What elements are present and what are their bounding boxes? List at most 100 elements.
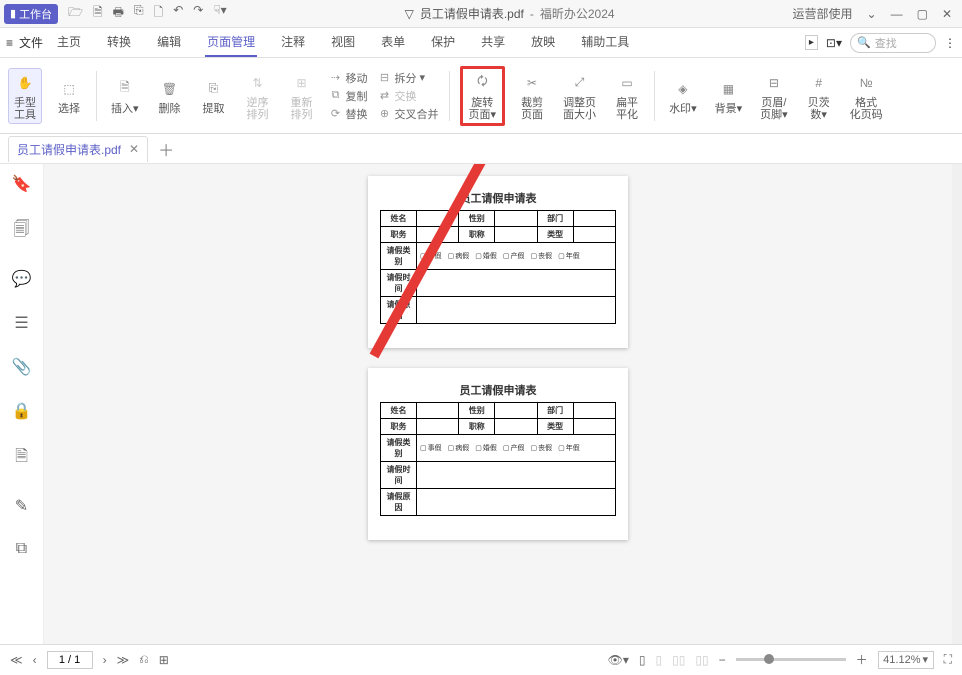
search-input[interactable]: 🔍 查找 <box>850 33 936 53</box>
page-number-input[interactable] <box>47 651 93 669</box>
document-tab[interactable]: 员工请假申请表.pdf ✕ <box>8 136 148 162</box>
tab-share[interactable]: 共享 <box>479 28 507 57</box>
zoom-slider[interactable] <box>736 658 846 661</box>
replace-icon: ⟳ <box>329 107 343 120</box>
bates-button[interactable]: # 贝茨 数▾ <box>802 69 836 123</box>
layers-panel-icon[interactable]: ☰ <box>14 313 28 333</box>
tab-view[interactable]: 视图 <box>329 28 357 57</box>
undo-icon[interactable]: ↶ <box>173 3 183 24</box>
thumbnail-icon[interactable]: ⊞ <box>159 653 169 667</box>
bookmark-icon[interactable]: ▽ <box>405 7 414 21</box>
hand-icon[interactable]: ☟▾ <box>213 3 226 24</box>
zoom-percent[interactable]: 41.12%▾ <box>878 651 934 669</box>
flatten-label: 扁平 平化 <box>616 97 638 121</box>
attachments-panel-icon[interactable]: 📎 <box>12 357 32 377</box>
reflow-icon[interactable]: ⎌ <box>139 652 149 667</box>
extract-button[interactable]: ⎘ 提取 <box>197 75 231 117</box>
form-title: 员工请假申请表 <box>380 382 616 398</box>
tab-edit[interactable]: 编辑 <box>155 28 183 57</box>
export-icon[interactable]: ⎘ <box>134 3 144 24</box>
replace-button[interactable]: ⟳替换 <box>329 106 368 122</box>
crossmerge-button[interactable]: ⊕交叉合并 <box>378 106 439 122</box>
document-tabstrip: 员工请假申请表.pdf ✕ ＋ <box>0 134 962 164</box>
tab-annotate[interactable]: 注释 <box>279 28 307 57</box>
save-icon[interactable]: 🗎 <box>93 3 103 24</box>
two-page-icon[interactable]: ▯▯ <box>672 653 685 667</box>
zoom-out-icon[interactable]: − <box>719 653 726 667</box>
cell-gender: 性别 <box>459 211 495 227</box>
tab-page-manage[interactable]: 页面管理 <box>205 28 257 57</box>
cell-leave-time: 请假时间 <box>381 270 417 297</box>
comments-panel-icon[interactable]: 💬 <box>12 269 32 289</box>
close-icon[interactable]: ✕ <box>942 7 952 21</box>
tab-present[interactable]: 放映 <box>529 28 557 57</box>
move-icon: ⇢ <box>329 71 343 84</box>
dropdown-icon[interactable]: ⌄ <box>867 7 877 21</box>
more-icon[interactable]: ⋮ <box>944 36 956 50</box>
lens-mini-icon[interactable]: ⊡▾ <box>826 36 842 50</box>
tab-protect[interactable]: 保护 <box>429 28 457 57</box>
zoom-knob[interactable] <box>764 654 774 664</box>
move-button[interactable]: ⇢移动 <box>329 70 368 86</box>
background-button[interactable]: ▦ 背景▾ <box>711 75 747 117</box>
copy-button[interactable]: ⧉复制 <box>329 88 368 104</box>
tab-form[interactable]: 表单 <box>379 28 407 57</box>
reverse-button[interactable]: ⇅ 逆序 排列 <box>241 69 275 123</box>
rotate-page-button[interactable]: 🗘 旋转 页面▾ <box>460 66 506 126</box>
single-page-icon[interactable]: ▯ <box>639 653 646 667</box>
file-menu[interactable]: 文件 <box>19 34 43 51</box>
overflow-icon[interactable]: ▸ <box>805 35 818 50</box>
ribbon: ✋ 手型 工具 ⬚ 选择 🗎 插入▾ 🗑 删除 ⎘ 提取 ⇅ 逆序 排列 ⊞ 重… <box>0 58 962 134</box>
zoom-in-icon[interactable]: ＋ <box>856 651 868 668</box>
resize-button[interactable]: ⤢ 调整页 面大小 <box>559 69 600 123</box>
signature-panel-icon[interactable]: ✎ <box>15 496 28 516</box>
chevron-down-icon: ▾ <box>922 653 928 666</box>
pages-panel-icon[interactable]: 🗐 <box>14 218 30 245</box>
add-tab-button[interactable]: ＋ <box>158 137 174 161</box>
tab-convert[interactable]: 转换 <box>105 28 133 57</box>
rotate-icon: 🗘 <box>470 71 494 95</box>
split-label: 拆分 <box>395 70 417 86</box>
hand-tool-button[interactable]: ✋ 手型 工具 <box>8 68 42 124</box>
two-continuous-icon[interactable]: ▯▯ <box>695 653 708 667</box>
right-scrollbar[interactable] <box>952 164 962 644</box>
insert-button[interactable]: 🗎 插入▾ <box>107 75 143 117</box>
tab-home[interactable]: 主页 <box>55 28 83 57</box>
document-canvas[interactable]: 员工请假申请表 姓名性别部门 职务职称类型 请假类别事假病假婚假产假丧假年假 请… <box>44 164 952 644</box>
close-tab-icon[interactable]: ✕ <box>129 142 139 156</box>
eye-icon[interactable]: 👁▾ <box>608 653 629 667</box>
minimize-icon[interactable]: ― <box>891 7 903 21</box>
crop-button[interactable]: ✂ 裁剪 页面 <box>515 69 549 123</box>
hamburger-icon[interactable]: ≡ <box>6 36 13 50</box>
maximize-icon[interactable]: ▢ <box>917 7 928 21</box>
fields-panel-icon[interactable]: 🗎 <box>15 445 28 472</box>
first-page-icon[interactable]: ≪ <box>10 653 23 667</box>
workbench-badge[interactable]: ▮ 工作台 <box>4 4 58 24</box>
rearrange-button[interactable]: ⊞ 重新 排列 <box>285 69 319 123</box>
continuous-icon[interactable]: ▯ <box>656 653 663 667</box>
security-panel-icon[interactable]: 🔒 <box>12 401 32 421</box>
split-button[interactable]: ⊟拆分▾ <box>378 70 439 86</box>
format-pagenum-button[interactable]: № 格式 化页码 <box>846 69 887 123</box>
document-tab-label: 员工请假申请表.pdf <box>17 141 121 158</box>
last-page-icon[interactable]: ≫ <box>117 653 130 667</box>
prev-page-icon[interactable]: ‹ <box>33 653 37 667</box>
watermark-icon: ◈ <box>671 77 695 101</box>
pdf-page-1: 员工请假申请表 姓名性别部门 职务职称类型 请假类别事假病假婚假产假丧假年假 请… <box>368 176 628 348</box>
swap-button[interactable]: ⇄交换 <box>378 88 439 104</box>
watermark-button[interactable]: ◈ 水印▾ <box>665 75 701 117</box>
pdf-page-2: 员工请假申请表 姓名性别部门 职务职称类型 请假类别事假病假婚假产假丧假年假 请… <box>368 368 628 540</box>
header-footer-button[interactable]: ⊟ 页眉/ 页脚▾ <box>756 69 792 123</box>
fullscreen-icon[interactable]: ⛶ <box>944 652 952 667</box>
select-button[interactable]: ⬚ 选择 <box>52 75 86 117</box>
next-page-icon[interactable]: › <box>103 653 107 667</box>
bookmark-panel-icon[interactable]: 🔖 <box>12 174 32 194</box>
compare-panel-icon[interactable]: ⧉ <box>16 540 27 558</box>
new-page-icon[interactable]: 🗋 <box>154 3 164 24</box>
print-icon[interactable]: 🖶 <box>113 3 124 24</box>
flatten-button[interactable]: ▭ 扁平 平化 <box>610 69 644 123</box>
open-icon[interactable]: 🗁 <box>68 3 83 24</box>
tab-assist[interactable]: 辅助工具 <box>579 28 631 57</box>
delete-button[interactable]: 🗑 删除 <box>153 75 187 117</box>
redo-icon[interactable]: ↷ <box>193 3 203 24</box>
